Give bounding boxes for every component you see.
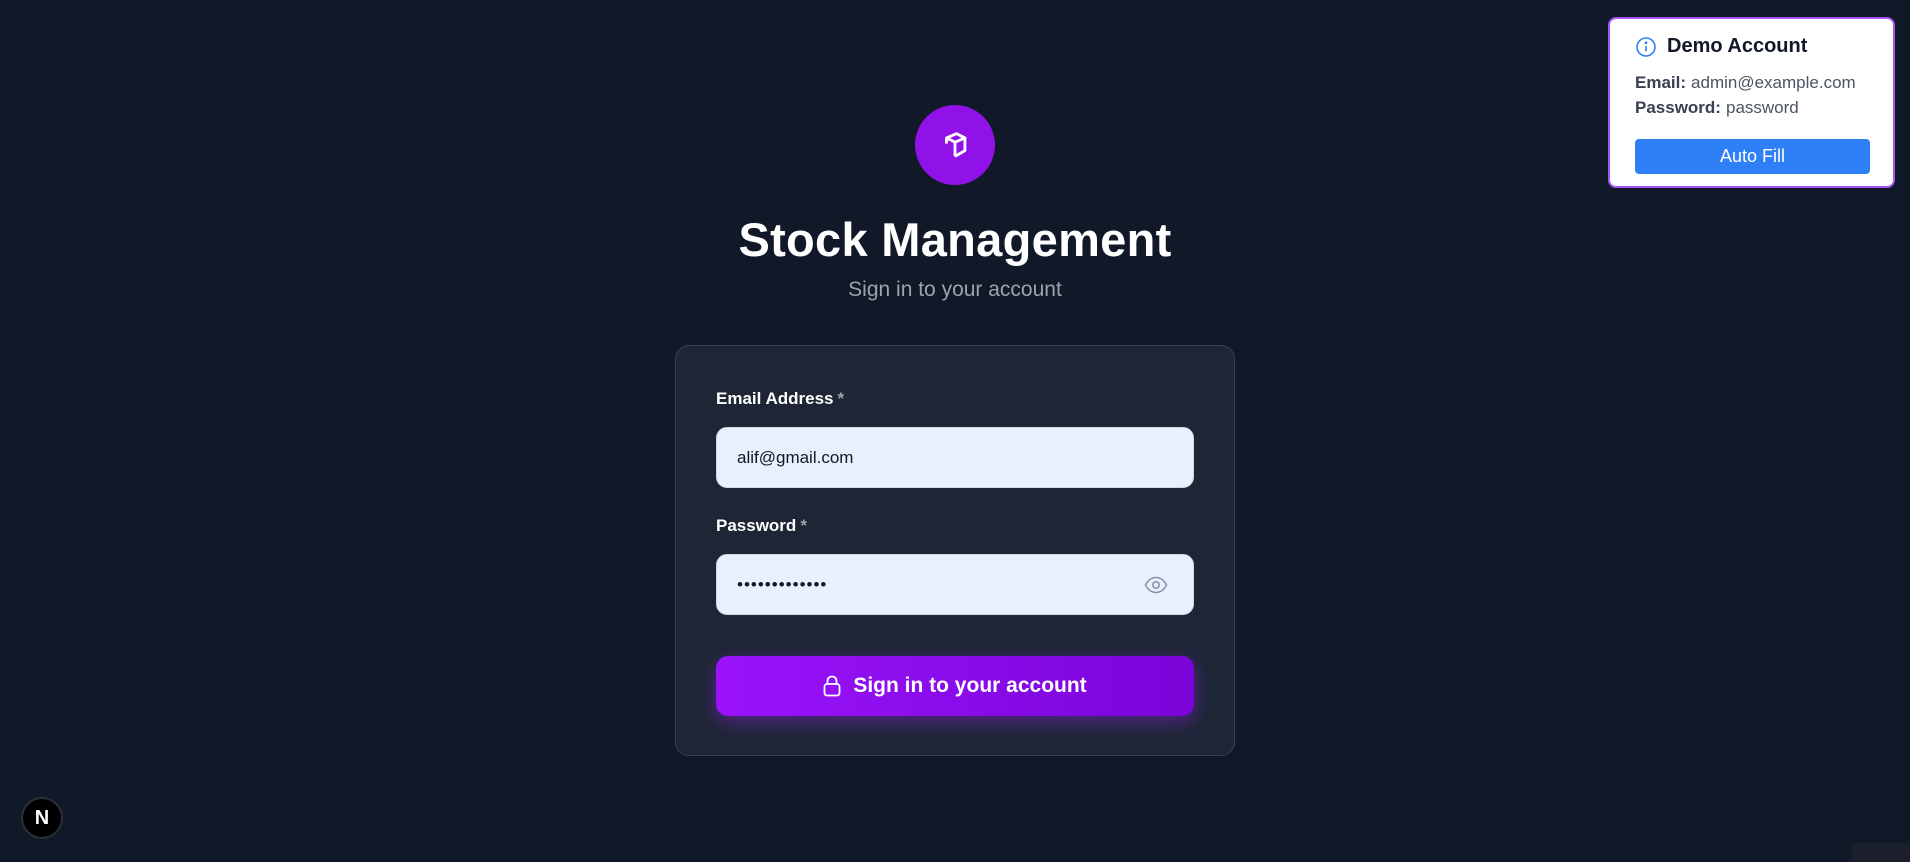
sign-in-button-label: Sign in to your account <box>853 674 1087 697</box>
app-subtitle: Sign in to your account <box>848 278 1062 301</box>
demo-email-key: Email: <box>1635 73 1687 92</box>
demo-email-line: Email: admin@example.com <box>1635 73 1856 93</box>
lock-icon <box>823 675 841 697</box>
app-title: Stock Management <box>738 213 1172 266</box>
email-label: Email Address * <box>716 389 844 409</box>
password-label: Password * <box>716 516 807 536</box>
demo-password-value: password <box>1725 98 1799 117</box>
auto-fill-button[interactable]: Auto Fill <box>1635 139 1870 174</box>
required-mark: * <box>800 516 807 535</box>
package-icon <box>945 132 967 158</box>
password-label-text: Password <box>716 516 797 535</box>
next-dev-badge[interactable]: N <box>21 797 63 839</box>
demo-account-header: Demo Account <box>1635 35 1807 58</box>
eye-icon <box>1144 576 1168 594</box>
demo-password-key: Password: <box>1635 98 1721 117</box>
demo-password-line: Password: password <box>1635 98 1799 118</box>
required-mark: * <box>837 389 845 408</box>
demo-account-title: Demo Account <box>1667 35 1808 57</box>
login-page: Stock Management Sign in to your account… <box>0 0 1910 862</box>
email-input[interactable] <box>716 427 1194 488</box>
password-input[interactable] <box>716 554 1194 615</box>
app-logo <box>915 105 995 185</box>
info-icon <box>1636 36 1656 57</box>
demo-email-value: admin@example.com <box>1691 73 1856 92</box>
show-password-toggle[interactable] <box>1143 573 1169 597</box>
email-label-text: Email Address <box>716 389 834 408</box>
corner-overlay <box>1852 843 1910 862</box>
demo-account-popover: Demo Account Email: admin@example.com Pas… <box>1608 17 1895 188</box>
sign-in-button[interactable]: Sign in to your account <box>716 656 1194 716</box>
login-card: Email Address* Password* Sign in to your… <box>675 345 1235 756</box>
